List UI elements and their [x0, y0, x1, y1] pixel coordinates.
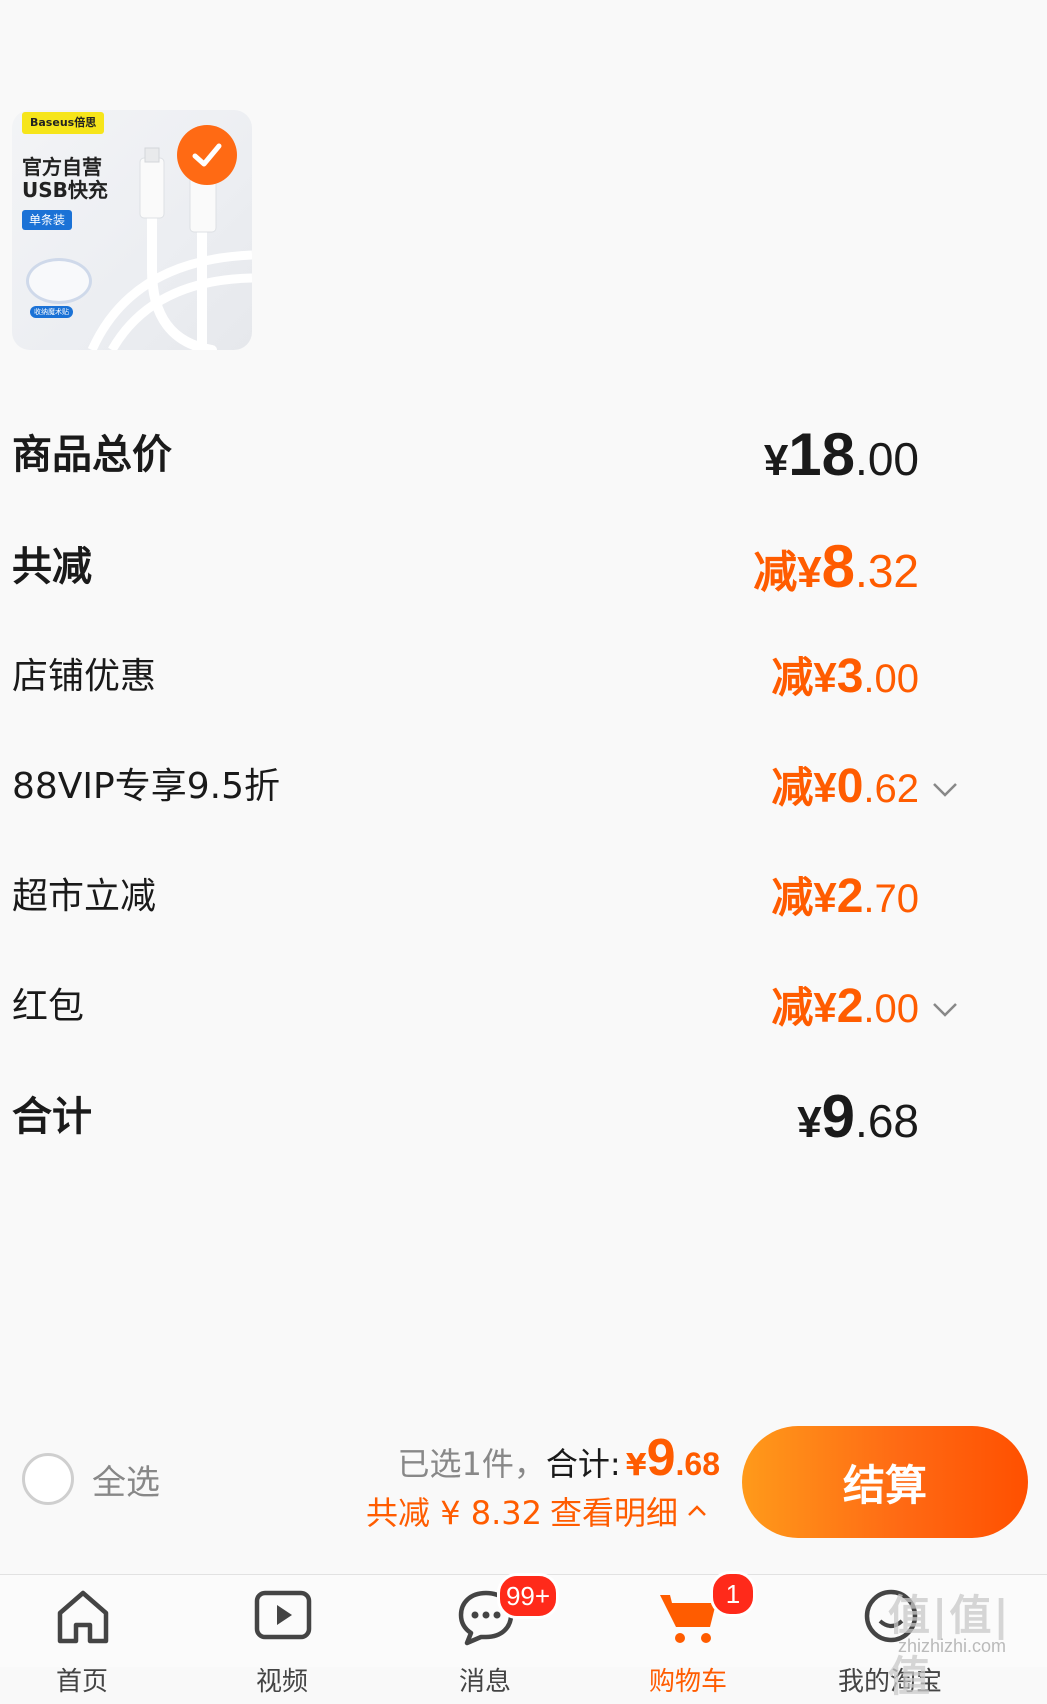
- tab-cart[interactable]: 1 购物车: [628, 1571, 756, 1697]
- supermarket-discount-row: 超市立减 减¥2.70: [12, 857, 1047, 937]
- tab-messages-label: 消息: [458, 1667, 511, 1697]
- view-details-link[interactable]: 共减 ¥ 8.32 查看明细: [366, 1488, 708, 1534]
- tab-messages[interactable]: 99+ 消息: [425, 1573, 559, 1697]
- goods-total-row: 商品总价 ¥18.00: [12, 415, 1047, 495]
- checkout-button[interactable]: 结算: [742, 1426, 1028, 1538]
- video-play-icon: [254, 1590, 312, 1640]
- select-all-label: 全选: [92, 1462, 160, 1503]
- product-selected-checkbox[interactable]: [177, 125, 237, 185]
- vip-discount-value: 减¥0.62: [771, 760, 919, 813]
- product-title-line2: USB快充: [22, 178, 108, 202]
- red-packet-value: 减¥2.00: [771, 980, 919, 1033]
- store-discount-label: 店铺优惠: [12, 656, 157, 697]
- sum-value: ¥9.68: [797, 1083, 919, 1150]
- store-discount-row: 店铺优惠 减¥3.00: [12, 637, 1047, 717]
- supermarket-discount-label: 超市立减: [12, 876, 157, 917]
- tab-home[interactable]: 首页: [22, 1585, 142, 1697]
- summary-total-currency: ¥: [625, 1448, 647, 1483]
- red-packet-label: 红包: [12, 986, 85, 1027]
- strap-illustration: [26, 258, 92, 304]
- messages-badge: 99+: [497, 1573, 559, 1619]
- tab-cart-label: 购物车: [648, 1667, 727, 1697]
- summary-reduced-text: 共减 ¥ 8.32: [366, 1494, 542, 1532]
- vip-discount-label: 88VIP专享9.5折: [12, 766, 281, 807]
- summary-total-label: 合计:: [545, 1445, 621, 1483]
- tab-video[interactable]: 视频: [222, 1585, 342, 1697]
- product-title-line1: 官方自营: [22, 155, 102, 179]
- goods-total-value: ¥18.00: [763, 421, 919, 488]
- site-watermark-url: zhizhizhi.com: [898, 1636, 1007, 1656]
- total-reduced-label: 共减: [12, 544, 92, 590]
- strap-label: 收纳魔术贴: [30, 306, 73, 318]
- select-all-radio[interactable]: [22, 1453, 74, 1505]
- select-all-toggle[interactable]: 全选: [22, 1453, 160, 1505]
- sum-row: 合计 ¥9.68: [12, 1077, 1047, 1157]
- home-icon: [57, 1590, 109, 1644]
- brand-tag: Baseus倍思: [22, 112, 105, 134]
- goods-total-label: 商品总价: [12, 432, 172, 478]
- chevron-down-icon[interactable]: [931, 995, 959, 1023]
- chevron-down-icon[interactable]: [931, 775, 959, 803]
- store-discount-value: 减¥3.00: [771, 650, 919, 703]
- cart-badge: 1: [710, 1571, 756, 1617]
- pack-tag: 单条装: [22, 210, 73, 230]
- summary-total-integer: 9: [646, 1429, 676, 1487]
- total-reduced-value: 减¥8.32: [753, 533, 919, 600]
- red-packet-row[interactable]: 红包 减¥2.00: [12, 967, 1047, 1047]
- view-details-label: 查看明细: [549, 1494, 678, 1532]
- summary-total-decimal: .68: [675, 1446, 720, 1482]
- selected-count: 已选1件，: [397, 1445, 546, 1483]
- tab-home-label: 首页: [55, 1667, 108, 1697]
- total-reduced-row: 共减 减¥8.32: [12, 527, 1047, 607]
- supermarket-discount-value: 减¥2.70: [771, 870, 919, 923]
- chevron-up-icon: [688, 1505, 706, 1516]
- vip-discount-row[interactable]: 88VIP专享9.5折 减¥0.62: [12, 747, 1047, 827]
- tab-video-label: 视频: [255, 1667, 308, 1697]
- sum-label: 合计: [12, 1094, 92, 1140]
- check-icon: [192, 143, 222, 167]
